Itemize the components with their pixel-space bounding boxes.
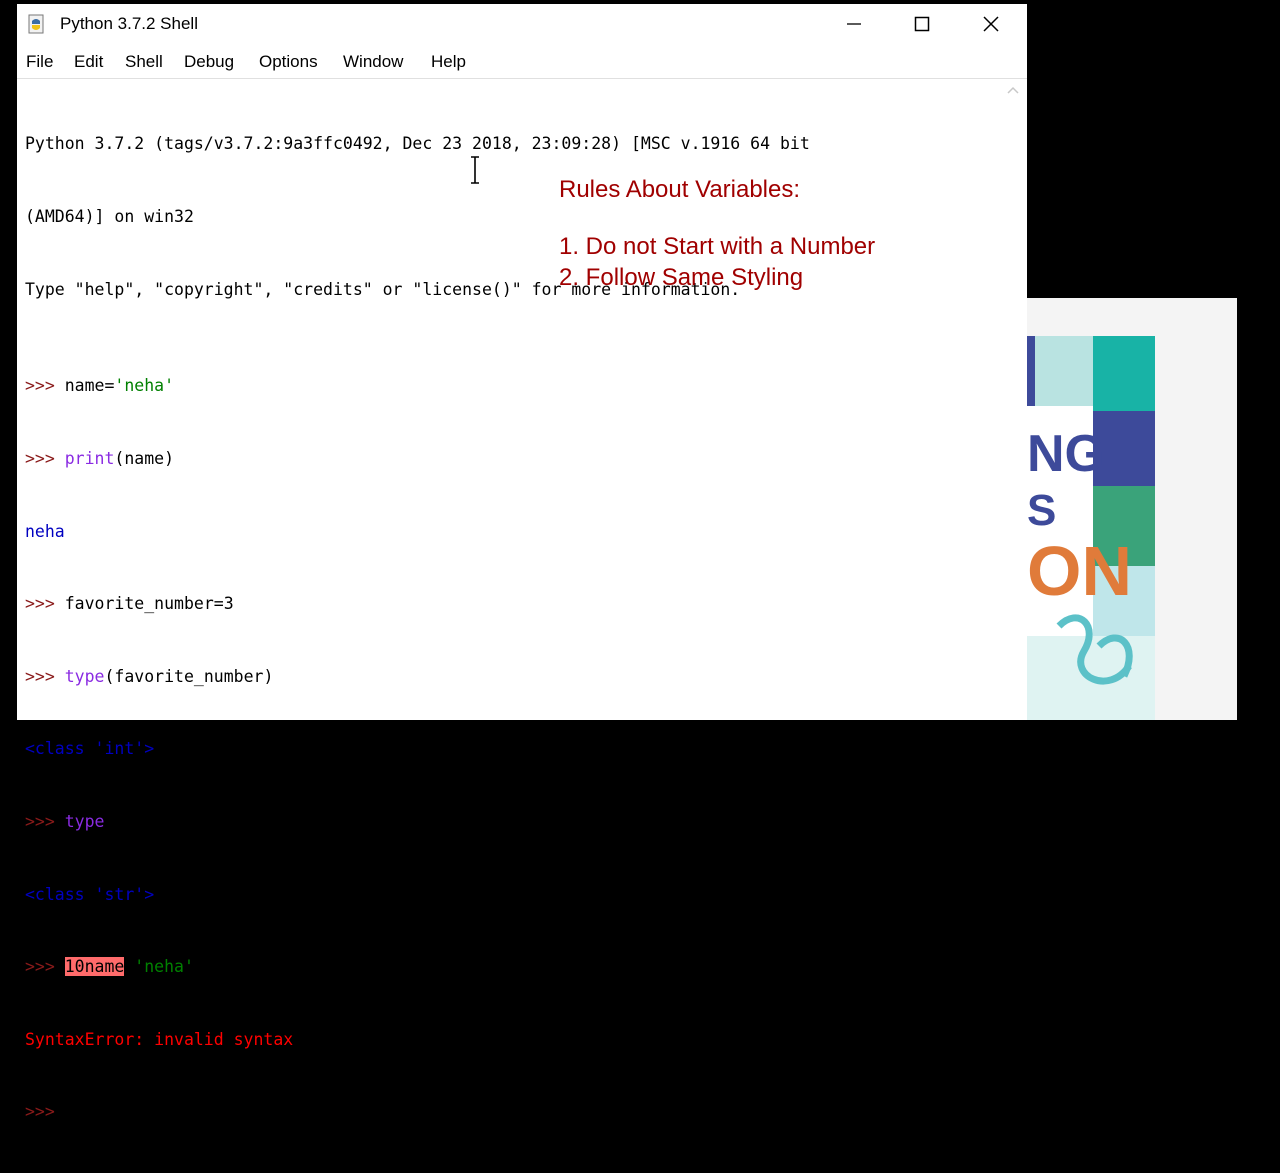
prompt: >>> bbox=[25, 666, 65, 686]
output-line: <class 'int'> bbox=[25, 739, 155, 759]
prompt: >>> bbox=[25, 811, 65, 831]
error-highlight: 10name bbox=[64, 957, 125, 977]
vertical-scrollbar[interactable] bbox=[1002, 82, 1024, 720]
code: (name) bbox=[104, 811, 165, 831]
cover-text-3: ON bbox=[1027, 532, 1132, 610]
prompt: >>> bbox=[25, 448, 65, 468]
code: (name) bbox=[114, 448, 175, 468]
builtin-keyword: type bbox=[64, 666, 105, 686]
shell-line: >>> favorite_number=3 bbox=[25, 592, 995, 616]
maximize-icon bbox=[914, 16, 930, 32]
menu-debug[interactable]: Debug bbox=[184, 52, 234, 72]
shell-line: >>> type(favorite_number) bbox=[25, 665, 995, 689]
menu-file[interactable]: File bbox=[26, 52, 53, 72]
menu-options[interactable]: Options bbox=[259, 52, 318, 72]
shell-line: >>> 10name='neha' bbox=[25, 955, 995, 979]
annotation-overlay: Rules About Variables: 1. Do not Start w… bbox=[559, 176, 875, 293]
maximize-button[interactable] bbox=[888, 4, 956, 44]
prompt: >>> bbox=[25, 594, 65, 614]
code: name= bbox=[64, 376, 115, 396]
banner-line: Python 3.7.2 (tags/v3.7.2:9a3ffc0492, De… bbox=[25, 134, 810, 154]
menu-divider bbox=[17, 78, 1027, 79]
cover-text-1: NG bbox=[1027, 425, 1105, 483]
scroll-up-arrow-icon[interactable] bbox=[1006, 84, 1020, 98]
output-line: <class 'str'> bbox=[25, 884, 155, 904]
snake-icon bbox=[1056, 614, 1133, 685]
prompt: >>> bbox=[25, 376, 65, 396]
menu-window[interactable]: Window bbox=[343, 52, 403, 72]
close-icon bbox=[983, 16, 999, 32]
close-button[interactable] bbox=[957, 4, 1025, 44]
shell-line: >>> type(name) bbox=[25, 810, 995, 834]
prompt: >>> bbox=[25, 957, 65, 977]
minimize-icon bbox=[847, 23, 861, 25]
shell-line: >>> name='neha' bbox=[25, 374, 995, 398]
output-line: neha bbox=[25, 521, 65, 541]
notes-rule: 2. Follow Same Styling bbox=[559, 264, 804, 291]
python-file-icon bbox=[28, 14, 44, 34]
input-line[interactable]: >>> bbox=[25, 1100, 995, 1124]
menu-edit[interactable]: Edit bbox=[74, 52, 103, 72]
minimize-button[interactable] bbox=[820, 4, 888, 44]
prompt: >>> bbox=[25, 1102, 65, 1122]
notes-rule: 1. Do not Start with a Number bbox=[559, 233, 876, 260]
code: = bbox=[124, 957, 135, 977]
title-bar[interactable]: Python 3.7.2 Shell bbox=[17, 4, 1027, 44]
notes-heading: Rules About Variables: bbox=[559, 176, 801, 203]
menu-bar: File Edit Shell Debug Options Window Hel… bbox=[17, 48, 1027, 78]
text-cursor bbox=[66, 1101, 69, 1121]
ibeam-cursor-icon bbox=[471, 156, 479, 184]
code: (favorite_number) bbox=[104, 666, 274, 686]
book-cover-image: NG S ON bbox=[1027, 336, 1155, 720]
builtin-keyword: print bbox=[64, 448, 115, 468]
menu-shell[interactable]: Shell bbox=[125, 52, 163, 72]
menu-help[interactable]: Help bbox=[431, 52, 466, 72]
window-title: Python 3.7.2 Shell bbox=[60, 14, 198, 33]
code: favorite_number=3 bbox=[64, 594, 234, 614]
error-line: SyntaxError: invalid syntax bbox=[25, 1029, 294, 1049]
string-literal: 'neha' bbox=[134, 957, 194, 977]
idle-shell-window: Python 3.7.2 Shell File Edit Shell Debug… bbox=[17, 4, 1027, 1121]
shell-line: >>> print(name) bbox=[25, 447, 995, 471]
builtin-keyword: type bbox=[64, 811, 105, 831]
cover-text-2: S bbox=[1027, 486, 1057, 535]
string-literal: 'neha' bbox=[114, 376, 175, 396]
